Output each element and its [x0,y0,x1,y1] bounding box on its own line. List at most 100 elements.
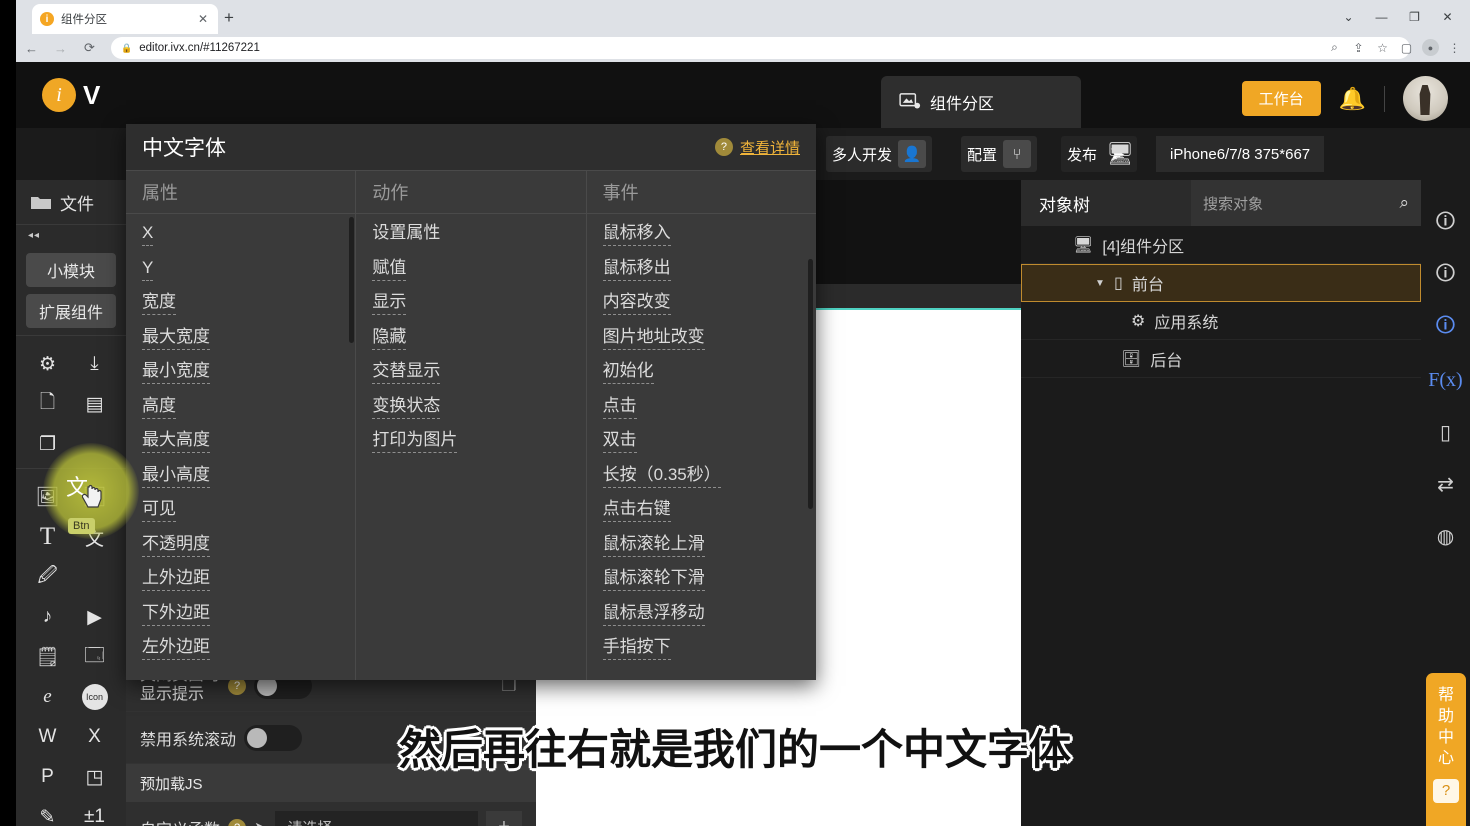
window-chevron-down-icon[interactable]: ⌄ [1332,7,1365,27]
card-text-icon[interactable]: 🗒 [24,637,71,677]
video-icon[interactable]: ▶ [71,597,118,637]
sidebar-item-file[interactable]: 文件 [16,180,126,224]
popup-menu-item[interactable]: 双击 [602,427,637,462]
device-preview-icon[interactable]: 🖥 [1106,141,1134,167]
popup-menu-item[interactable]: 最大宽度 [142,324,210,359]
search-icon[interactable]: ⌕ [1399,193,1409,213]
button-btn-icon[interactable] [71,557,118,597]
popup-menu-item[interactable]: 内容改变 [602,289,671,324]
window-list-icon[interactable]: ▤ [71,384,118,424]
popup-column-scrollbar[interactable] [807,259,813,509]
custom-function-select[interactable]: 请选择 ⌄ [275,810,478,826]
popup-menu-item[interactable]: 交替显示 [372,358,441,393]
tab-close-icon[interactable]: ✕ [196,12,210,26]
window-close-icon[interactable]: ✕ [1431,7,1464,27]
popup-menu-item[interactable]: 打印为图片 [372,427,458,462]
tree-row-frontend[interactable]: ▼ ▯ 前台 [1021,264,1421,302]
address-bar[interactable]: 🔒 editor.ivx.cn/#11267221 [111,37,1410,59]
popup-menu-item[interactable]: 左外边距 [142,634,210,669]
extension-component-button[interactable]: 扩展组件 [26,294,116,328]
tree-row-backend[interactable]: 🗄 后台 [1021,340,1421,378]
pointer-icon[interactable]: ➤ [254,818,267,826]
profile-icon[interactable]: ● [1419,36,1442,59]
device-selector[interactable]: iPhone6/7/8 375*667 [1156,136,1325,172]
info-gear-icon[interactable]: 🛈 [1421,250,1470,302]
popup-menu-item[interactable]: 最小高度 [142,462,210,497]
popup-menu-item[interactable]: 鼠标移入 [602,220,671,255]
button-btn-icon[interactable]: Btn [68,518,95,534]
popup-menu-item[interactable]: 显示 [372,289,407,324]
window-minimize-icon[interactable]: — [1365,7,1398,27]
popup-menu-item[interactable]: 鼠标悬浮移动 [602,600,705,635]
search-object-input[interactable]: 搜索对象 ⌕ [1191,180,1421,226]
app-brand[interactable]: i V [42,78,101,112]
popup-menu-item[interactable]: 宽度 [142,289,176,324]
config-button[interactable]: 配置 ⑂ [961,136,1038,172]
popup-menu-item[interactable]: Y [142,255,154,290]
popup-column-scrollbar[interactable] [349,217,355,343]
info-stack-icon[interactable]: 🛈 [1421,302,1470,354]
small-module-button[interactable]: 小模块 [26,253,116,287]
info-icon[interactable]: 🛈 [1421,198,1470,250]
swap-arrows-icon[interactable]: ⇄ [1421,458,1470,510]
clip-icon[interactable]: ▯ [1421,406,1470,458]
copy-device-icon[interactable]: ❐ [24,424,71,464]
popup-menu-item[interactable]: 初始化 [602,358,654,393]
project-tab[interactable]: 组件分区 [881,76,1081,128]
popup-menu-item[interactable]: 最大高度 [142,427,210,462]
help-qmark-icon[interactable]: ? [714,138,733,156]
back-icon[interactable]: ← [18,37,45,59]
popup-menu-item[interactable]: 隐藏 [372,324,407,359]
sidepanel-icon[interactable]: ▢ [1395,36,1418,59]
bell-icon[interactable]: 🔔 [1339,86,1366,112]
popup-menu-item[interactable]: 长按（0.35秒） [602,462,721,497]
function-fx-icon[interactable]: F(x) [1421,354,1470,406]
image-icon[interactable]: 🖼 [24,477,71,517]
popup-menu-item[interactable]: 鼠标滚轮上滑 [602,531,705,566]
window-card-icon[interactable]: 🗔 [71,637,118,677]
view-detail-link[interactable]: 查看详情 [740,137,800,158]
popup-menu-item[interactable]: 下外边距 [142,600,210,635]
music-note-icon[interactable]: ♪ [24,597,71,637]
popup-menu-item[interactable]: 最小宽度 [142,358,210,393]
icon-circle-icon[interactable]: Icon [71,677,118,717]
forward-icon[interactable]: → [47,37,74,59]
reload-icon[interactable]: ⟳ [76,37,103,59]
browser-tab[interactable]: i 组件分区 ✕ [32,4,218,34]
chevron-down-icon[interactable]: ▼ [1092,278,1108,289]
plus-minus-one-icon[interactable]: ±1 [71,797,118,826]
draw-icon[interactable]: ✎ [24,797,71,826]
ie-browser-icon[interactable]: e [24,677,71,717]
browser-menu-icon[interactable]: ⋮ [1443,36,1466,59]
popup-menu-item[interactable]: 图片地址改变 [602,324,705,359]
popup-menu-item[interactable]: 点击右键 [602,496,671,531]
popup-menu-item[interactable]: 手指按下 [602,634,671,669]
collapse-button[interactable]: ◂◂ [16,224,126,246]
workbench-button[interactable]: 工作台 [1241,81,1321,116]
history-icon[interactable]: ◍ [1421,510,1470,562]
popup-menu-item[interactable]: 鼠标滚轮下滑 [602,565,705,600]
text-T-icon[interactable]: T [24,517,71,557]
share-icon[interactable]: ⇪ [1347,36,1370,59]
popup-menu-item[interactable]: 上外边距 [142,565,210,600]
popup-menu-item[interactable]: 赋值 [372,255,407,290]
popup-menu-item[interactable]: 设置属性 [372,220,440,255]
popup-menu-item[interactable]: X [142,220,154,255]
popup-menu-item[interactable]: 高度 [142,393,176,428]
edit-pencil-icon[interactable]: 🖉 [24,557,71,597]
star-icon[interactable]: ☆ [1371,36,1394,59]
popup-menu-item[interactable]: 变换状态 [372,393,441,428]
gear-icon[interactable]: ⚙ [24,344,71,384]
download-icon[interactable]: ⤓ [71,344,118,384]
popup-menu-item[interactable]: 可见 [142,496,176,531]
avatar[interactable] [1403,76,1448,121]
popup-menu-item[interactable]: 点击 [602,393,637,428]
file-upload-icon[interactable]: 🗋 [24,384,71,424]
window-maximize-icon[interactable]: ❐ [1398,7,1431,27]
zoom-icon[interactable]: ⌕ [1323,36,1346,59]
multi-dev-button[interactable]: 多人开发 👤 [826,136,933,172]
add-function-button[interactable]: + [486,810,522,826]
popup-menu-item[interactable]: 鼠标移出 [602,255,671,290]
popup-menu-item[interactable]: 不透明度 [142,531,210,566]
help-qmark-icon[interactable]: ? [228,818,247,826]
